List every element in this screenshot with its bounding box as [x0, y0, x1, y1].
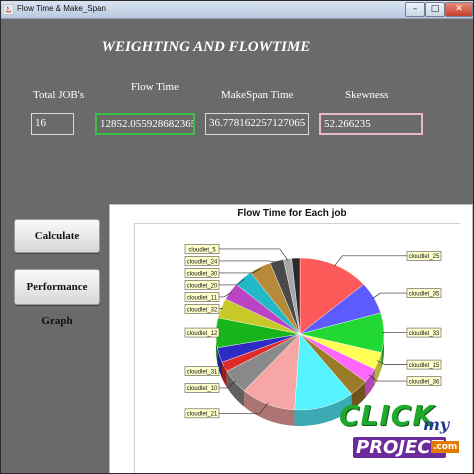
minimize-button[interactable]: – — [405, 2, 425, 17]
leader-line-cloudlet_35 — [372, 292, 407, 299]
slice-label-cloudlet_31: cloudlet_31 — [187, 369, 218, 375]
chart-title: Flow Time for Each job — [237, 208, 347, 219]
flow-time-label: Flow Time — [131, 81, 179, 93]
leader-line-cloudlet_5 — [219, 248, 289, 261]
page-heading: WEIGHTING AND FLOWTIME — [101, 39, 311, 55]
slice-label-cloudlet_20: cloudlet_20 — [187, 283, 218, 289]
watermark-com: .com — [431, 441, 460, 453]
slice-label-cloudlet_24: cloudlet_24 — [187, 259, 218, 265]
close-button[interactable]: ✕ — [445, 2, 473, 17]
performance-graph-button[interactable]: Performance Graph — [14, 269, 100, 327]
slice-label-cloudlet_25: cloudlet_25 — [409, 254, 440, 260]
watermark-my: my — [423, 415, 450, 434]
skewness-field[interactable]: 52.266235 — [319, 113, 423, 135]
total-jobs-label: Total JOB's — [33, 89, 85, 101]
total-jobs-field[interactable]: 16 — [31, 113, 74, 135]
leader-line-cloudlet_25 — [334, 255, 407, 267]
slice-label-cloudlet_11: cloudlet_11 — [187, 295, 218, 301]
java-app-icon — [3, 4, 14, 15]
makespan-field[interactable]: 36.778162257127065 — [205, 113, 309, 135]
calculate-button[interactable]: Calculate — [14, 219, 100, 253]
slice-label-cloudlet_36: cloudlet_36 — [409, 379, 440, 385]
main-window: Flow Time & Make_Span – □ ✕ WEIGHTING AN… — [0, 0, 474, 474]
slice-label-cloudlet_10: cloudlet_10 — [187, 386, 218, 392]
slice-label-cloudlet_30: cloudlet_30 — [187, 271, 218, 277]
flow-time-field[interactable]: 12852.055928682365 — [95, 113, 195, 135]
maximize-button[interactable]: □ — [425, 2, 445, 17]
slice-label-cloudlet_15: cloudlet_15 — [409, 363, 440, 369]
slice-label-cloudlet_33: cloudlet_33 — [409, 331, 440, 337]
slice-label-cloudlet_5: cloudlet_5 — [188, 247, 216, 253]
title-bar[interactable]: Flow Time & Make_Span – □ ✕ — [1, 1, 473, 19]
slice-label-cloudlet_21: cloudlet_21 — [187, 412, 218, 418]
leader-line-cloudlet_24 — [219, 260, 278, 263]
clickmyproject-watermark: CLICK my PROJECT .com — [331, 399, 473, 473]
slice-label-cloudlet_32: cloudlet_32 — [187, 307, 218, 313]
slice-label-cloudlet_35: cloudlet_35 — [409, 291, 440, 297]
slice-label-cloudlet_12: cloudlet_12 — [187, 331, 218, 337]
skewness-label: Skewness — [345, 89, 389, 101]
makespan-label: MakeSpan Time — [221, 89, 294, 101]
watermark-click: CLICK — [339, 399, 436, 432]
window-title: Flow Time & Make_Span — [17, 4, 106, 13]
